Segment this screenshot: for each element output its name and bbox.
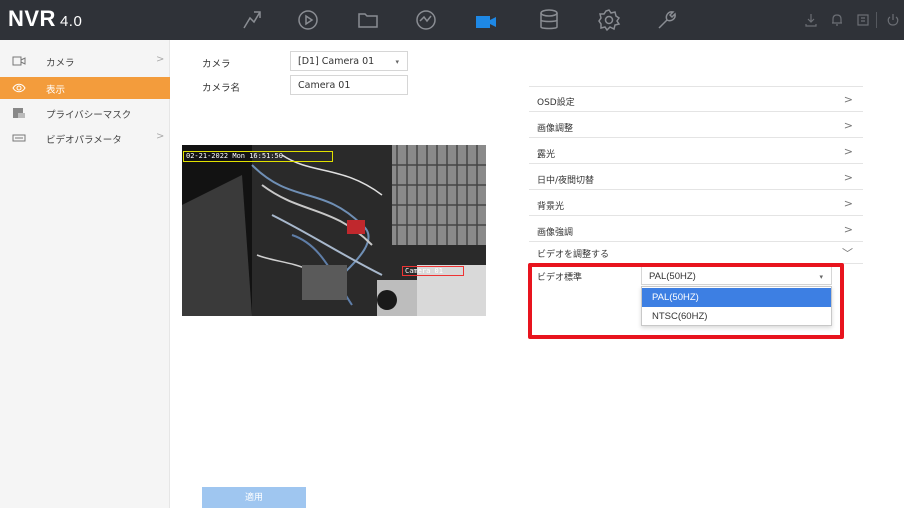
chevron-down-icon: ﹀ (842, 247, 853, 260)
chevron-right-icon: > (843, 171, 853, 184)
accordion-label: 日中/夜間切替 (537, 176, 595, 186)
camera-name-label: カメラ名 (202, 83, 241, 94)
notification-icon[interactable] (830, 13, 844, 27)
privacy-mask-icon (12, 107, 26, 119)
sidebar-item-privacy-mask[interactable]: プライバシーマスク (0, 102, 170, 124)
chevron-down-icon: ▾ (395, 58, 399, 66)
app-logo: NVR 4.0 (8, 6, 83, 31)
video-preview[interactable]: 02-21-2022 Mon 16:51:50 Camera 01 (182, 145, 486, 316)
accordion-label: 背景光 (537, 202, 565, 212)
chevron-right-icon: > (156, 131, 165, 142)
camera-select-value: [D1] Camera 01 (298, 56, 375, 67)
eye-icon (12, 82, 26, 94)
system-settings-icon[interactable] (597, 8, 621, 32)
chevron-right-icon: > (843, 119, 853, 132)
playback-icon[interactable] (296, 8, 320, 32)
top-bar: NVR 4.0 (0, 0, 904, 40)
sidebar-item-label: 表示 (46, 85, 66, 96)
apply-button[interactable]: 適用 (202, 487, 306, 508)
chevron-right-icon: > (843, 223, 853, 236)
sidebar-item-label: カメラ (46, 58, 75, 69)
chevron-right-icon: > (843, 197, 853, 210)
power-icon[interactable] (886, 13, 900, 27)
sidebar-item-video-parameter[interactable]: ビデオパラメータ > (0, 127, 170, 149)
accordion-label: 画像強調 (537, 228, 574, 238)
osd-timestamp[interactable]: 02-21-2022 Mon 16:51:50 (183, 151, 333, 162)
osd-camera-name[interactable]: Camera 01 (402, 266, 464, 276)
chevron-right-icon: > (843, 93, 853, 106)
accordion-backlight[interactable]: 背景光 > (529, 191, 863, 216)
sidebar-item-display[interactable]: 表示 (0, 77, 170, 99)
chevron-right-icon: > (156, 54, 165, 65)
storage-icon[interactable] (537, 8, 561, 32)
camera-icon (12, 55, 26, 67)
accordion-day-night[interactable]: 日中/夜間切替 > (529, 165, 863, 190)
accordion-image-adjust[interactable]: 画像調整 > (529, 113, 863, 138)
highlight-annotation (528, 263, 844, 339)
camera-name-value: Camera 01 (298, 80, 351, 91)
divider (876, 12, 877, 28)
accordion-label: OSD設定 (537, 98, 575, 108)
smart-analysis-icon[interactable] (414, 8, 438, 32)
accordion-exposure[interactable]: 露光 > (529, 139, 863, 164)
sidebar: カメラ > 表示 プライバシーマスク ビデオパラメータ > (0, 40, 170, 508)
camera-icon[interactable] (474, 10, 498, 34)
accordion-label: 露光 (537, 150, 556, 160)
video-parameter-icon (12, 132, 26, 144)
accordion-label: ビデオを調整する (537, 250, 610, 260)
sidebar-item-label: プライバシーマスク (46, 110, 132, 121)
download-icon[interactable] (804, 13, 818, 27)
live-view-icon[interactable] (240, 8, 264, 32)
camera-label: カメラ (202, 59, 231, 70)
chevron-right-icon: > (843, 145, 853, 158)
camera-select[interactable]: [D1] Camera 01 ▾ (290, 51, 408, 71)
user-icon[interactable] (856, 13, 870, 27)
accordion-video-adjust[interactable]: ビデオを調整する ﹀ (529, 239, 863, 264)
accordion-label: 画像調整 (537, 124, 574, 134)
file-management-icon[interactable] (356, 8, 380, 32)
sidebar-item-camera[interactable]: カメラ > (0, 50, 170, 72)
camera-name-input[interactable]: Camera 01 (290, 75, 408, 95)
camera-image (182, 145, 486, 316)
maintenance-icon[interactable] (655, 8, 679, 32)
sidebar-item-label: ビデオパラメータ (46, 135, 122, 146)
accordion-osd-settings[interactable]: OSD設定 > (529, 87, 863, 112)
